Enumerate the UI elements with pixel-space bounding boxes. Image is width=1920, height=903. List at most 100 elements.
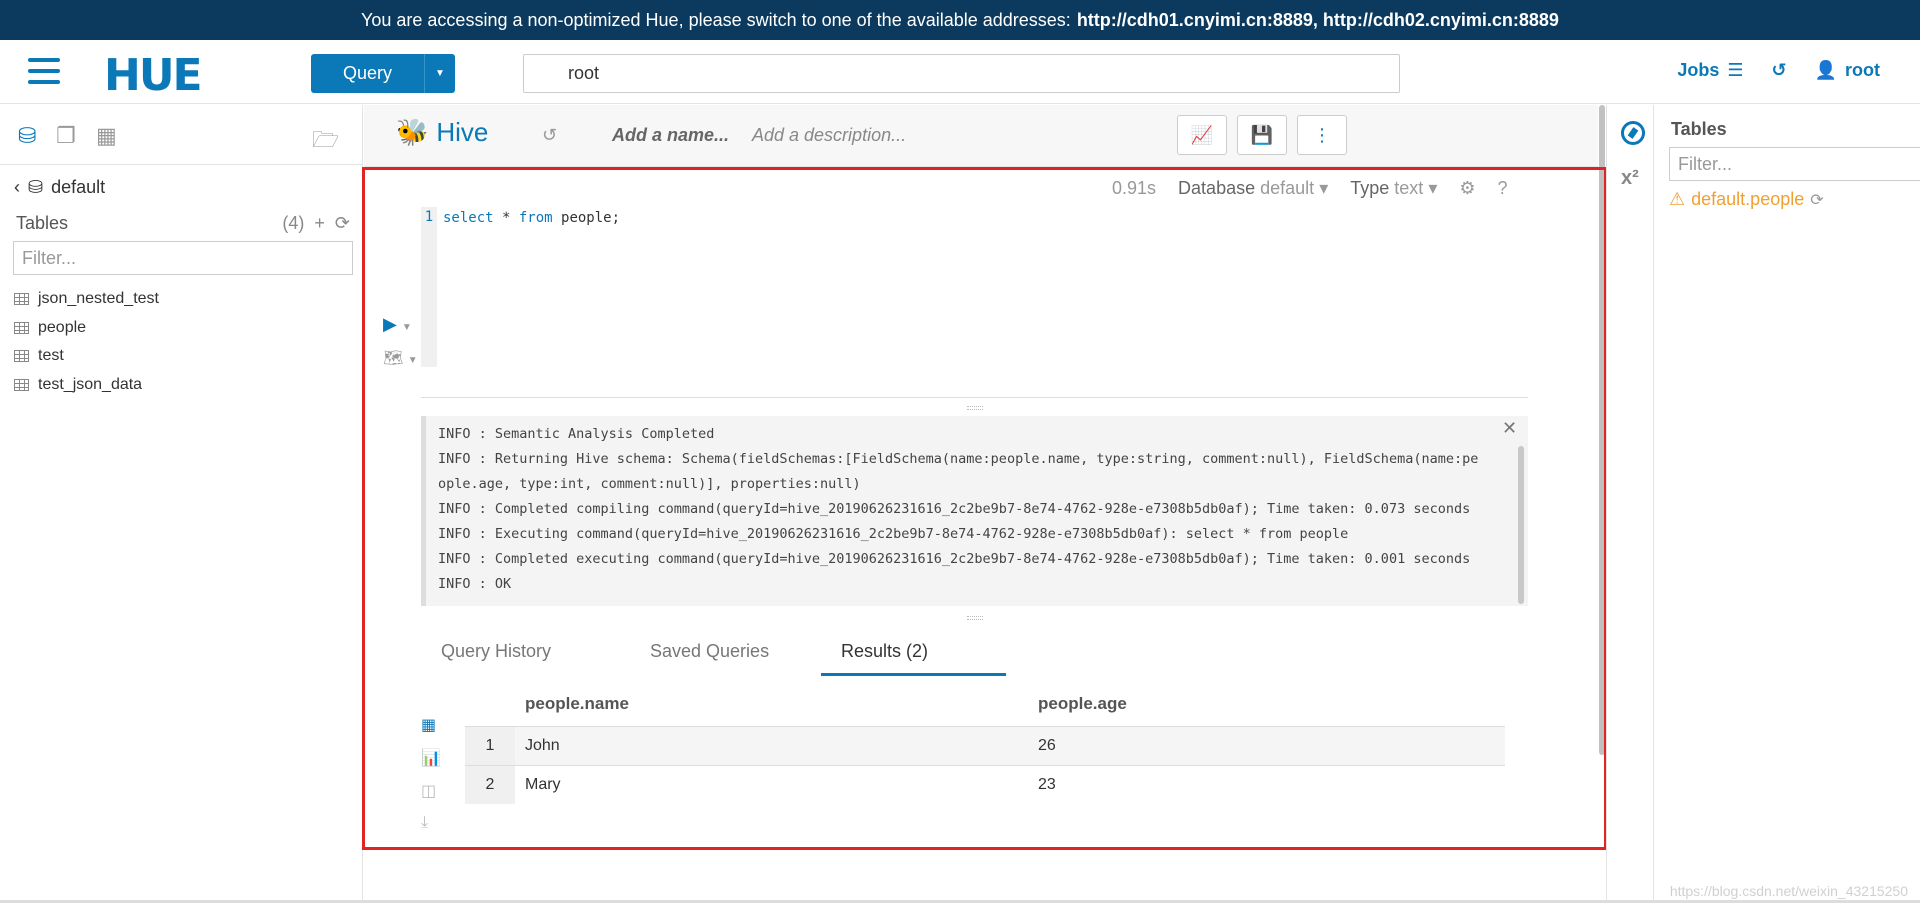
- cell[interactable]: 26: [1038, 737, 1505, 755]
- history-icon: ↺: [1771, 60, 1787, 80]
- database-breadcrumb[interactable]: ‹ ⛁ default: [14, 177, 105, 198]
- line-number: 1: [424, 209, 434, 225]
- sql-editor[interactable]: select * from people;: [443, 210, 620, 226]
- code-token: people;: [552, 210, 621, 226]
- table-icon: [14, 378, 29, 391]
- database-name: default: [51, 177, 106, 197]
- table-header-row: people.name people.age: [465, 682, 1505, 726]
- snippet-meta: 0.91s Database default ▾ Type text ▾ ⚙ ?: [1112, 178, 1508, 199]
- execution-log: INFO : Semantic Analysis Completed INFO …: [421, 416, 1528, 606]
- tables-filter-input[interactable]: Filter...: [13, 241, 353, 275]
- search-input[interactable]: root: [523, 54, 1400, 93]
- type-value: text: [1394, 178, 1424, 198]
- tab-saved-queries[interactable]: Saved Queries: [650, 641, 769, 662]
- refresh-icon[interactable]: ⟳: [1810, 190, 1823, 210]
- engine-title: 🐝 Hive: [396, 117, 488, 148]
- hive-icon: 🐝: [396, 117, 429, 147]
- database-icon[interactable]: ⛁: [18, 123, 44, 149]
- active-tab-indicator: [821, 673, 1006, 676]
- dashboard-grid-icon[interactable]: ▦: [96, 123, 122, 149]
- jobs-label: Jobs: [1677, 60, 1720, 80]
- log-scrollbar[interactable]: [1518, 446, 1524, 604]
- user-menu[interactable]: 👤 root: [1815, 60, 1880, 81]
- grid-view-icon[interactable]: ▦: [421, 715, 443, 748]
- database-selector[interactable]: Database default ▾: [1178, 178, 1328, 199]
- right-filter-input[interactable]: Filter...: [1669, 147, 1920, 181]
- database-label: Database: [1178, 178, 1256, 198]
- execute-play-icon[interactable]: ▶ ▼: [383, 314, 412, 335]
- log-line: INFO : OK: [438, 576, 512, 592]
- table-name: json_nested_test: [38, 290, 159, 308]
- help-icon[interactable]: ?: [1498, 178, 1508, 199]
- save-icon: 💾: [1250, 124, 1274, 145]
- resize-handle[interactable]: [967, 406, 983, 410]
- tables-count: (4): [282, 213, 305, 233]
- editor-header: 🐝 Hive ↺ Add a name... Add a description…: [364, 105, 1598, 167]
- columns-icon[interactable]: ◫: [421, 781, 443, 814]
- banner-links[interactable]: http://cdh01.cnyimi.cn:8889, http://cdh0…: [1077, 10, 1559, 31]
- tab-results[interactable]: Results (2): [841, 641, 928, 662]
- table-icon: [14, 321, 29, 334]
- settings-gear-icon[interactable]: ⚙: [1459, 178, 1475, 199]
- table-name: people: [38, 318, 87, 336]
- query-history-icon[interactable]: ↺: [542, 125, 557, 146]
- table-item[interactable]: people: [14, 314, 159, 343]
- row-number: 1: [465, 727, 515, 765]
- add-table-icon[interactable]: +: [314, 213, 325, 234]
- jobs-button[interactable]: Jobs ☰: [1677, 60, 1743, 81]
- left-assist-panel: ⛁ ❐ ▦ 🗁 ‹ ⛁ default Tables (4) + ⟳ Filte…: [0, 105, 363, 903]
- column-header[interactable]: people.name: [515, 694, 1038, 714]
- query-name-input[interactable]: Add a name...: [612, 125, 729, 146]
- documents-icon[interactable]: ❐: [56, 123, 82, 149]
- query-button[interactable]: Query ▼: [311, 54, 455, 93]
- table-warning-item[interactable]: ⚠ default.people ⟳: [1669, 189, 1824, 210]
- line-chart-icon: 📈: [1190, 124, 1214, 145]
- caret-down-icon[interactable]: ▼: [425, 54, 455, 93]
- back-chevron-icon[interactable]: ‹: [14, 177, 20, 198]
- table-item[interactable]: json_nested_test: [14, 285, 159, 314]
- code-token: *: [493, 210, 519, 226]
- editor-divider: [421, 397, 1528, 398]
- explain-map-icon[interactable]: 🗺 ▼: [383, 348, 418, 368]
- column-header[interactable]: people.age: [1038, 694, 1505, 714]
- table-row[interactable]: 2 Mary 23: [465, 765, 1505, 804]
- results-table: people.name people.age 1 John 26 2 Mary …: [465, 682, 1505, 804]
- bar-chart-icon[interactable]: 📊: [421, 748, 443, 781]
- close-log-icon[interactable]: ✕: [1502, 418, 1517, 439]
- download-icon[interactable]: ⤓: [421, 814, 443, 847]
- right-assist-bar: x²: [1606, 105, 1654, 903]
- code-token: from: [518, 210, 553, 226]
- table-name: test: [38, 347, 64, 365]
- table-item[interactable]: test: [14, 342, 159, 371]
- warning-table-name[interactable]: default.people: [1691, 189, 1804, 210]
- banner-text: You are accessing a non-optimized Hue, p…: [361, 9, 1071, 30]
- database-value: default: [1260, 178, 1315, 198]
- query-button-label[interactable]: Query: [311, 54, 425, 93]
- type-selector[interactable]: Type text ▾: [1350, 178, 1437, 199]
- tab-query-history[interactable]: Query History: [441, 641, 551, 662]
- save-button[interactable]: 💾: [1237, 115, 1287, 155]
- cell[interactable]: 23: [1038, 776, 1505, 794]
- row-number-header: [465, 682, 515, 726]
- resize-handle[interactable]: [967, 616, 983, 620]
- chart-button[interactable]: 📈: [1177, 115, 1227, 155]
- tables-list: json_nested_test people test test_json_d…: [14, 285, 159, 399]
- history-button[interactable]: ↺: [1771, 60, 1786, 81]
- table-row[interactable]: 1 John 26: [465, 726, 1505, 765]
- table-icon: [14, 350, 29, 363]
- refresh-icon[interactable]: ⟳: [335, 213, 350, 234]
- cell[interactable]: Mary: [515, 776, 1038, 794]
- functions-x2-icon[interactable]: x²: [1621, 167, 1639, 190]
- query-description-input[interactable]: Add a description...: [752, 125, 906, 146]
- table-icon: [14, 293, 29, 306]
- top-navbar: HUE Query ▼ root Jobs ☰ ↺ 👤 root: [0, 40, 1920, 104]
- compass-icon[interactable]: [1621, 121, 1645, 145]
- table-item[interactable]: test_json_data: [14, 371, 159, 400]
- cell[interactable]: John: [515, 737, 1038, 755]
- more-options-button[interactable]: ⋮: [1297, 115, 1347, 155]
- log-line: INFO : Returning Hive schema: Schema(fie…: [438, 451, 1479, 467]
- hamburger-menu-icon[interactable]: [28, 58, 60, 86]
- hue-logo[interactable]: HUE: [104, 50, 203, 101]
- log-line: ople.age, type:int, comment:null)], prop…: [438, 476, 861, 492]
- folder-icon[interactable]: 🗁: [312, 123, 339, 152]
